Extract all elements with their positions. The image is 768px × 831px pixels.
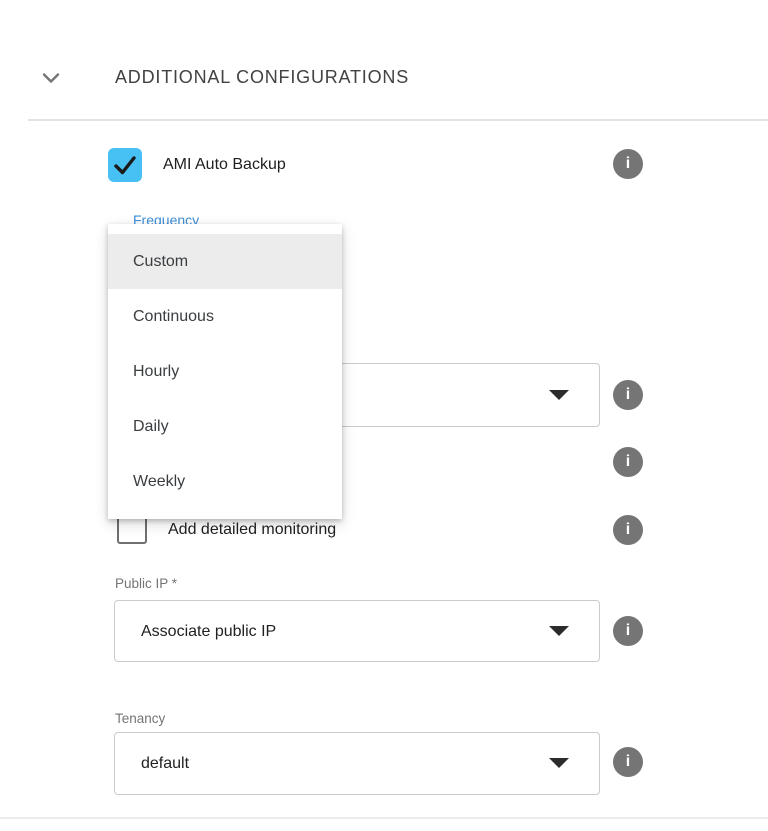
- info-glyph: i: [626, 386, 630, 404]
- frequency-info-icon[interactable]: i: [613, 380, 643, 410]
- tenancy-label: Tenancy: [115, 711, 165, 726]
- info-glyph: i: [626, 155, 630, 173]
- public-ip-label: Public IP *: [115, 576, 177, 591]
- ami-auto-backup-label: AMI Auto Backup: [163, 156, 286, 174]
- checkmark-icon: [108, 148, 142, 182]
- dropdown-arrow-icon: [549, 390, 569, 400]
- menu-item-daily[interactable]: Daily: [108, 399, 342, 454]
- dropdown-arrow-icon: [549, 626, 569, 636]
- info-glyph: i: [626, 453, 630, 471]
- ami-auto-backup-checkbox[interactable]: [108, 148, 142, 182]
- tenancy-select[interactable]: default: [114, 732, 600, 795]
- menu-item-custom[interactable]: Custom: [108, 234, 342, 289]
- tenancy-value: default: [141, 755, 189, 773]
- public-ip-info-icon[interactable]: i: [613, 616, 643, 646]
- tenancy-info-icon[interactable]: i: [613, 747, 643, 777]
- public-ip-select[interactable]: Associate public IP: [114, 600, 600, 662]
- detailed-monitoring-info-icon[interactable]: i: [613, 515, 643, 545]
- occluded-row-info-icon[interactable]: i: [613, 447, 643, 477]
- section-divider: [28, 119, 768, 121]
- additional-configurations-panel: ADDITIONAL CONFIGURATIONS AMI Auto Backu…: [0, 0, 768, 831]
- detailed-monitoring-label: Add detailed monitoring: [168, 521, 336, 539]
- menu-item-continuous[interactable]: Continuous: [108, 289, 342, 344]
- info-glyph: i: [626, 622, 630, 640]
- menu-item-weekly[interactable]: Weekly: [108, 454, 342, 509]
- dropdown-arrow-icon: [549, 758, 569, 768]
- info-glyph: i: [626, 753, 630, 771]
- bottom-divider: [0, 817, 768, 819]
- frequency-dropdown-menu: Custom Continuous Hourly Daily Weekly: [108, 224, 342, 519]
- section-collapse-toggle[interactable]: [38, 65, 64, 91]
- info-glyph: i: [626, 521, 630, 539]
- menu-item-hourly[interactable]: Hourly: [108, 344, 342, 399]
- chevron-down-icon: [38, 65, 64, 91]
- public-ip-value: Associate public IP: [141, 623, 276, 641]
- ami-auto-backup-info-icon[interactable]: i: [613, 149, 643, 179]
- section-title: ADDITIONAL CONFIGURATIONS: [115, 67, 409, 88]
